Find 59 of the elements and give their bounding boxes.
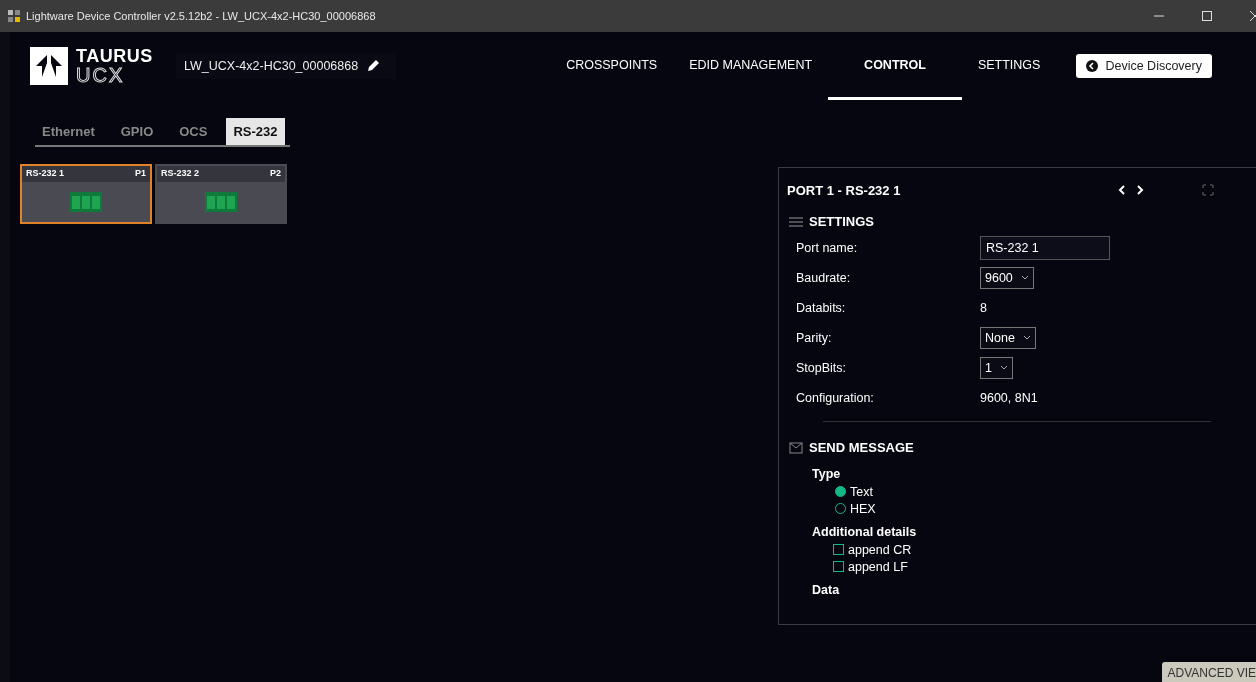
- logo-text: UCX: [76, 65, 126, 85]
- advanced-view-button[interactable]: ADVANCED VIE: [1161, 662, 1256, 682]
- panel-title: PORT 1 - RS-232 1: [787, 182, 902, 198]
- pencil-icon[interactable]: [366, 59, 381, 73]
- port-name: RS-232 1: [26, 168, 65, 180]
- setting-label: Baudrate:: [796, 271, 852, 285]
- checkbox[interactable]: [833, 544, 844, 555]
- device-discovery-button[interactable]: Device Discovery: [1076, 54, 1212, 78]
- port-card[interactable]: RS-232 1 P1: [20, 164, 152, 224]
- window-title: Lightware Device Controller v2.5.12b2 - LW_UCX-4x2-HC30_00006868: [26, 10, 377, 22]
- envelope-icon: [789, 441, 803, 454]
- radio-button[interactable]: [835, 486, 846, 497]
- sub-tab[interactable]: RS-232: [226, 118, 285, 145]
- setting-value: 8: [980, 301, 987, 315]
- checkbox-label: append LF: [848, 559, 908, 574]
- sub-tab[interactable]: OCS: [172, 118, 215, 145]
- radio-label: Text: [850, 484, 873, 499]
- chevron-down-icon: [1022, 335, 1031, 341]
- setting-label: Parity:: [796, 331, 833, 345]
- checkbox-label: append CR: [848, 542, 912, 557]
- nav-tab[interactable]: CROSSPOINTS: [550, 32, 674, 100]
- dropdown[interactable]: 9600: [980, 267, 1034, 289]
- section-heading: SETTINGS: [809, 214, 874, 229]
- setting-label: Configuration:: [796, 391, 875, 405]
- sub-tab[interactable]: GPIO: [113, 118, 161, 145]
- logo-text: TAURUS: [76, 47, 153, 65]
- setting-label: Databits:: [796, 301, 847, 315]
- port-name-field[interactable]: RS-232 1: [980, 236, 1110, 260]
- chevron-down-icon: [999, 365, 1008, 371]
- connector-icon: [204, 191, 238, 213]
- port-card[interactable]: RS-232 2 P2: [155, 164, 287, 224]
- back-icon: [1086, 60, 1099, 72]
- app-icon: [8, 10, 20, 22]
- logo-icon: [30, 47, 68, 85]
- group-label: Additional details: [811, 524, 918, 541]
- chevron-down-icon: [1020, 275, 1029, 281]
- previous-icon[interactable]: [1116, 184, 1128, 196]
- nav-tab[interactable]: SETTINGS: [961, 32, 1057, 100]
- maximize-icon[interactable]: [1200, 9, 1214, 23]
- checkbox[interactable]: [833, 561, 844, 572]
- next-icon[interactable]: [1134, 184, 1146, 196]
- port-name: RS-232 2: [161, 168, 200, 180]
- setting-label: StopBits:: [796, 361, 848, 375]
- nav-tab[interactable]: EDID MANAGEMENT: [673, 32, 829, 100]
- radio-label: HEX: [850, 501, 876, 516]
- sliders-icon: [789, 215, 803, 228]
- sub-tab[interactable]: Ethernet: [35, 118, 102, 145]
- device-name-field[interactable]: LW_UCX-4x2-HC30_00006868: [176, 53, 396, 79]
- connector-icon: [69, 191, 103, 213]
- dropdown[interactable]: 1: [980, 357, 1013, 379]
- group-label: Data: [811, 582, 841, 599]
- port-number: P2: [270, 168, 281, 180]
- group-label: Type: [811, 466, 842, 483]
- port-number: P1: [135, 168, 146, 180]
- setting-value: 9600, 8N1: [980, 391, 1038, 405]
- nav-tab[interactable]: CONTROL: [828, 32, 962, 100]
- dropdown[interactable]: None: [980, 327, 1036, 349]
- setting-label: Port name:: [796, 241, 859, 255]
- section-heading: SEND MESSAGE: [809, 440, 914, 455]
